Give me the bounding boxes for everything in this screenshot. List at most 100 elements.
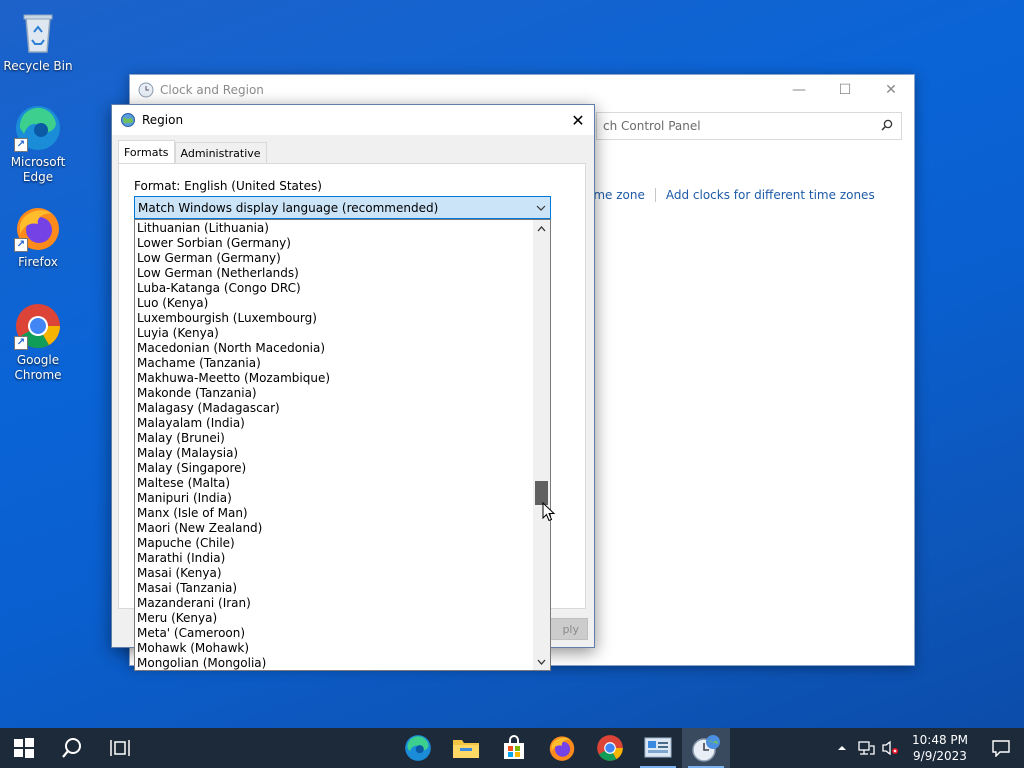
dropdown-option[interactable]: Maori (New Zealand) <box>135 521 533 536</box>
dropdown-option[interactable]: Mohawk (Mohawk) <box>135 641 533 656</box>
search-placeholder: ch Control Panel <box>603 119 701 133</box>
dropdown-option[interactable]: Macedonian (North Macedonia) <box>135 341 533 356</box>
desktop-icon-recycle-bin[interactable]: Recycle Bin <box>2 8 74 74</box>
desktop-icon-chrome[interactable]: ↗ Google Chrome <box>2 302 74 383</box>
clock-region-icon <box>692 735 720 762</box>
format-dropdown[interactable]: Match Windows display language (recommen… <box>134 196 551 219</box>
dropdown-option[interactable]: Luba-Katanga (Congo DRC) <box>135 281 533 296</box>
dropdown-option[interactable]: Masai (Tanzania) <box>135 581 533 596</box>
taskbar-edge[interactable] <box>394 728 442 768</box>
taskbar: 10:48 PM 9/9/2023 <box>0 728 1024 768</box>
dropdown-option[interactable]: Malay (Singapore) <box>135 461 533 476</box>
search-button[interactable] <box>48 728 96 768</box>
clock-region-titlebar[interactable]: Clock and Region — ☐ ✕ <box>130 75 914 105</box>
dropdown-option[interactable]: Malagasy (Madagascar) <box>135 401 533 416</box>
dropdown-option[interactable]: Mazanderani (Iran) <box>135 596 533 611</box>
link-separator <box>654 188 656 202</box>
close-button[interactable]: ✕ <box>868 75 914 105</box>
dropdown-option[interactable]: Masai (Kenya) <box>135 566 533 581</box>
task-view-icon <box>110 740 130 756</box>
start-icon <box>14 738 34 758</box>
selected-format: Match Windows display language (recommen… <box>138 200 439 215</box>
edge-icon <box>405 735 431 761</box>
start-button[interactable] <box>0 728 48 768</box>
volume-muted-icon[interactable] <box>878 728 902 768</box>
dropdown-scrollbar[interactable] <box>533 220 550 670</box>
dropdown-option[interactable]: Malayalam (India) <box>135 416 533 431</box>
file-explorer-icon <box>453 740 479 758</box>
dropdown-option[interactable]: Meta' (Cameroon) <box>135 626 533 641</box>
task-view-button[interactable] <box>96 728 144 768</box>
desktop-icon-label: Microsoft Edge <box>10 155 66 184</box>
desktop-icon-label: Firefox <box>18 255 58 269</box>
dropdown-option[interactable]: Mapuche (Chile) <box>135 536 533 551</box>
dropdown-items: Lithuanian (Lithuania) Lower Sorbian (Ger… <box>135 221 533 670</box>
dropdown-option[interactable]: Meru (Kenya) <box>135 611 533 626</box>
firefox-icon: ↗ <box>14 204 62 252</box>
search-control-panel-input[interactable]: ch Control Panel <box>596 112 902 140</box>
clock-region-icon <box>138 82 154 98</box>
desktop-icon-edge[interactable]: ↗ Microsoft Edge <box>2 104 74 185</box>
taskbar-firefox[interactable] <box>538 728 586 768</box>
add-clocks-link[interactable]: Add clocks for different time zones <box>666 188 875 202</box>
format-label: Format: English (United States) <box>134 179 322 193</box>
dropdown-option[interactable]: Low German (Netherlands) <box>135 266 533 281</box>
dropdown-option[interactable]: Marathi (India) <box>135 551 533 566</box>
dropdown-option[interactable]: Makhuwa-Meetto (Mozambique) <box>135 371 533 386</box>
notification-center-button[interactable] <box>978 728 1024 768</box>
desktop-icon-firefox[interactable]: ↗ Firefox <box>2 204 74 270</box>
dropdown-option[interactable]: Lithuanian (Lithuania) <box>135 221 533 236</box>
close-button[interactable]: ✕ <box>562 105 594 135</box>
scroll-down-button[interactable] <box>533 653 550 670</box>
dropdown-option[interactable]: Lower Sorbian (Germany) <box>135 236 533 251</box>
desktop-icon-label: Recycle Bin <box>3 59 73 73</box>
dropdown-option[interactable]: Manipuri (India) <box>135 491 533 506</box>
dropdown-option[interactable]: Machame (Tanzania) <box>135 356 533 371</box>
search-icon[interactable] <box>873 119 901 134</box>
shortcut-arrow-icon: ↗ <box>14 336 28 350</box>
dropdown-option[interactable]: Low German (Germany) <box>135 251 533 266</box>
time-zone-links: ime zone Add clocks for different time z… <box>590 188 875 202</box>
clock-date: 9/9/2023 <box>913 749 967 763</box>
network-icon[interactable] <box>854 728 878 768</box>
change-time-zone-link[interactable]: ime zone <box>590 188 645 202</box>
recycle-bin-icon <box>14 8 62 56</box>
format-dropdown-list[interactable]: Lithuanian (Lithuania) Lower Sorbian (Ger… <box>134 219 551 671</box>
taskbar-chrome[interactable] <box>586 728 634 768</box>
window-title: Clock and Region <box>160 83 264 97</box>
desktop-icon-label: Google Chrome <box>14 353 62 382</box>
tab-formats[interactable]: Formats <box>118 140 175 164</box>
shortcut-arrow-icon: ↗ <box>14 138 28 152</box>
shortcut-arrow-icon: ↗ <box>14 238 28 252</box>
dropdown-option[interactable]: Luxembourgish (Luxembourg) <box>135 311 533 326</box>
dropdown-option[interactable]: Malay (Malaysia) <box>135 446 533 461</box>
clock-time: 10:48 PM <box>912 733 968 747</box>
chrome-icon: ↗ <box>14 302 62 350</box>
dropdown-option[interactable]: Mongolian (Mongolia) <box>135 656 533 670</box>
taskbar-file-explorer[interactable] <box>442 728 490 768</box>
dropdown-option[interactable]: Manx (Isle of Man) <box>135 506 533 521</box>
dropdown-option[interactable]: Makonde (Tanzania) <box>135 386 533 401</box>
taskbar-control-panel[interactable] <box>634 728 682 768</box>
dropdown-option[interactable]: Malay (Brunei) <box>135 431 533 446</box>
taskbar-clock-region[interactable] <box>682 728 730 768</box>
chevron-up-icon[interactable] <box>830 728 854 768</box>
notification-icon <box>992 740 1010 757</box>
dropdown-option[interactable]: Luyia (Kenya) <box>135 326 533 341</box>
mouse-cursor-icon <box>542 502 556 522</box>
globe-icon <box>121 113 135 127</box>
scroll-up-button[interactable] <box>533 220 550 237</box>
maximize-button[interactable]: ☐ <box>822 75 868 105</box>
region-titlebar[interactable]: Region ✕ <box>112 105 594 135</box>
dropdown-option[interactable]: Luo (Kenya) <box>135 296 533 311</box>
system-tray: 10:48 PM 9/9/2023 <box>830 728 1024 768</box>
edge-icon: ↗ <box>14 104 62 152</box>
firefox-icon <box>549 736 575 761</box>
minimize-button[interactable]: — <box>776 75 822 105</box>
dropdown-option[interactable]: Maltese (Malta) <box>135 476 533 491</box>
chevron-down-icon[interactable] <box>532 205 550 211</box>
taskbar-store[interactable] <box>490 728 538 768</box>
store-icon <box>504 735 524 759</box>
tab-administrative[interactable]: Administrative <box>174 142 267 164</box>
taskbar-clock[interactable]: 10:48 PM 9/9/2023 <box>902 732 978 764</box>
